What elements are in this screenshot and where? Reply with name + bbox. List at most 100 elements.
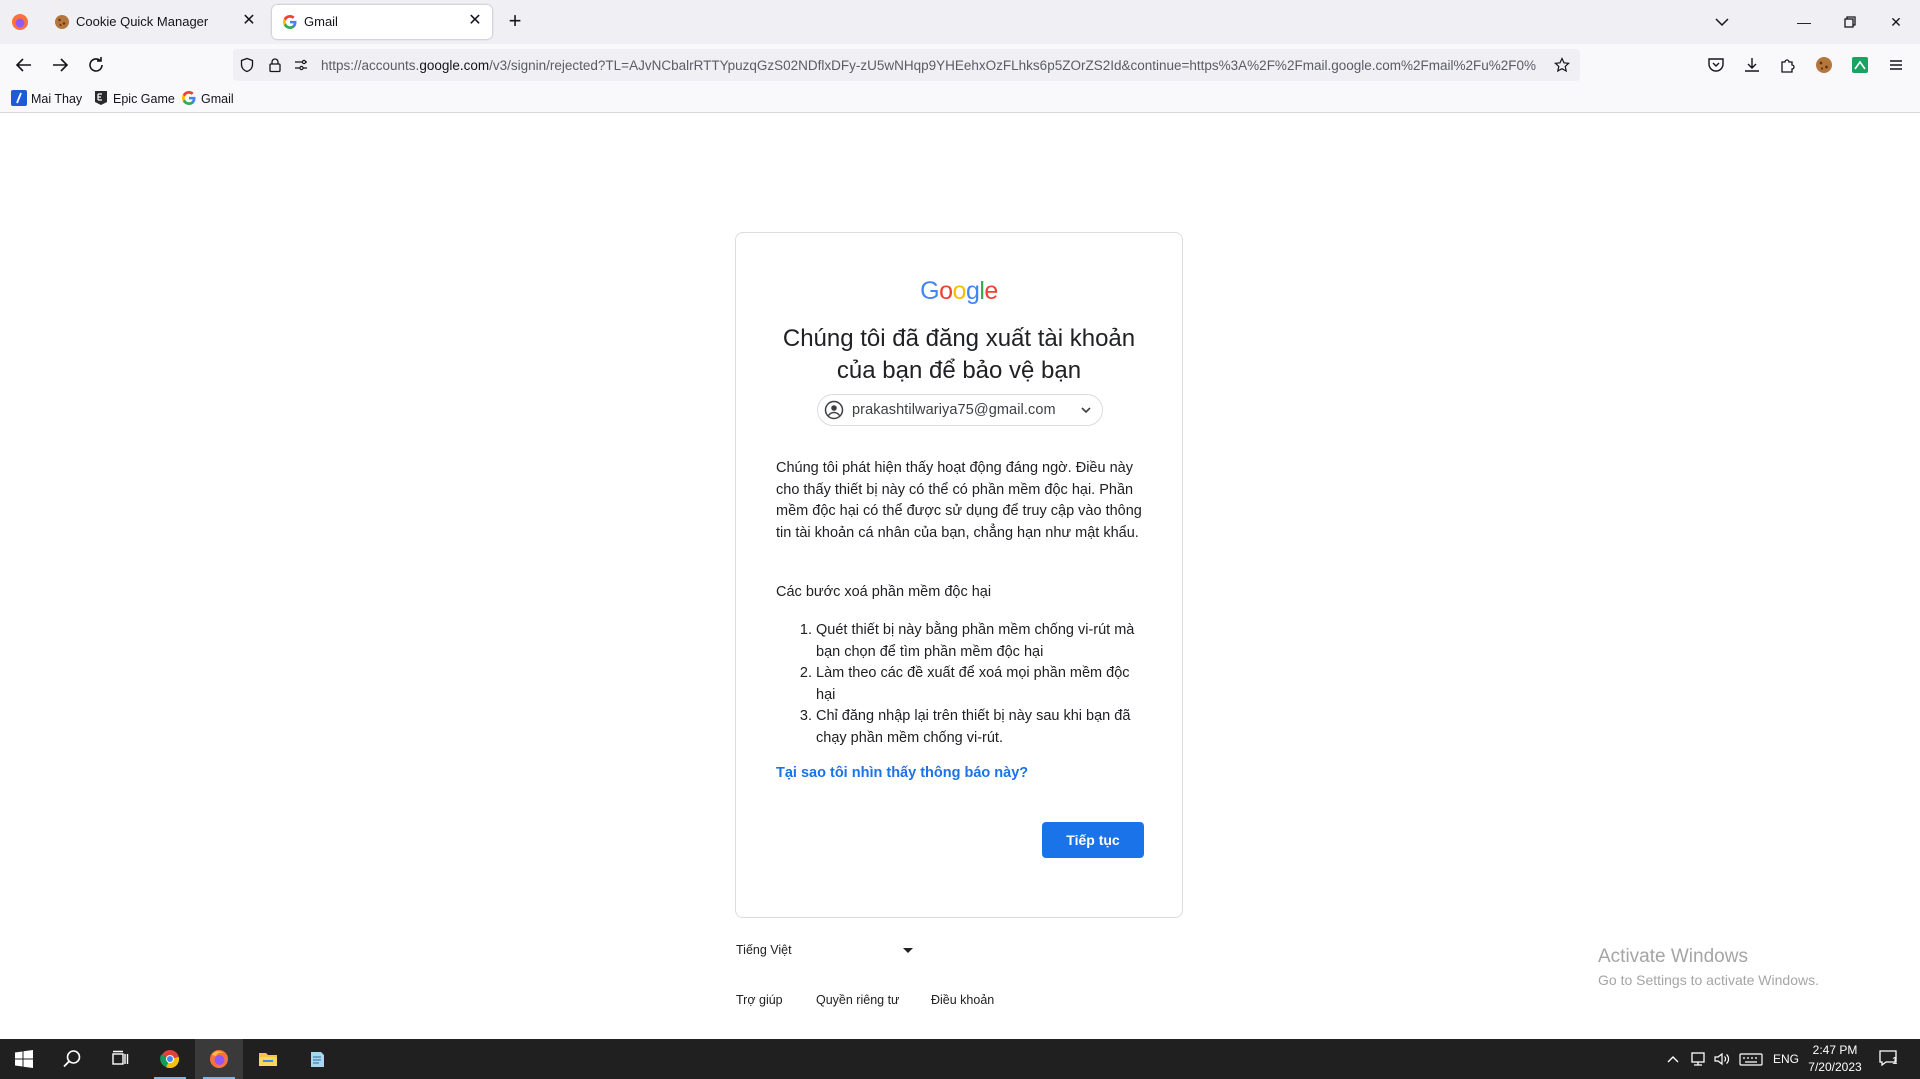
- notepad-icon: [311, 1052, 324, 1067]
- bookmarks-toolbar: Mai Thay Epic Game Gmail: [0, 86, 1920, 113]
- clock-time: 2:47 PM: [1812, 1043, 1858, 1057]
- list-item: Quét thiết bị này bằng phần mềm chống vi…: [816, 620, 1144, 663]
- account-chooser-chip[interactable]: prakashtilwariya75@gmail.com: [817, 394, 1103, 426]
- url-text[interactable]: https://accounts.google.com/v3/signin/re…: [321, 58, 1536, 74]
- extensions-puzzle-icon[interactable]: [1778, 55, 1798, 75]
- bookmark-mai-thay[interactable]: Mai Thay: [11, 90, 82, 108]
- bookmark-blue-icon: [11, 90, 27, 106]
- list-all-tabs-icon[interactable]: [1710, 10, 1734, 34]
- continue-button[interactable]: Tiếp tục: [1042, 822, 1144, 858]
- network-icon[interactable]: [1689, 1050, 1707, 1068]
- tab-cookie-quick-manager[interactable]: Cookie Quick Manager ✕: [44, 5, 266, 39]
- close-tab-icon[interactable]: ✕: [240, 12, 258, 30]
- bookmark-label: Gmail: [201, 92, 234, 106]
- start-button[interactable]: [0, 1039, 48, 1079]
- account-circle-icon: [824, 400, 844, 420]
- activate-windows-watermark: Activate Windows Go to Settings to activ…: [1598, 946, 1819, 988]
- close-tab-icon[interactable]: ✕: [466, 12, 484, 30]
- taskbar-chrome[interactable]: [146, 1039, 194, 1079]
- hamburger-menu-icon[interactable]: [1886, 55, 1906, 75]
- google-logo: Google: [736, 277, 1182, 306]
- logo-letter: o: [952, 277, 967, 305]
- logo-letter: G: [920, 277, 940, 305]
- system-clock[interactable]: 2:47 PM 7/20/2023: [1800, 1042, 1870, 1076]
- list-item: Làm theo các đề xuất để xoá mọi phần mềm…: [816, 663, 1144, 706]
- restore-window-button[interactable]: [1838, 10, 1862, 34]
- chrome-icon: [160, 1050, 180, 1069]
- account-email: prakashtilwariya75@gmail.com: [852, 402, 1056, 418]
- windows-logo-icon: [15, 1050, 33, 1068]
- language-value: Tiếng Việt: [736, 943, 792, 957]
- taskbar-file-explorer[interactable]: [244, 1039, 292, 1079]
- epic-games-icon: [95, 91, 107, 105]
- folder-icon: [259, 1053, 277, 1066]
- taskbar-notepad[interactable]: [293, 1039, 341, 1079]
- privacy-link[interactable]: Quyền riêng tư: [816, 993, 899, 1007]
- volume-icon[interactable]: [1713, 1050, 1731, 1068]
- google-g-icon: [182, 91, 196, 105]
- firefox-icon: [210, 1050, 228, 1068]
- steps-heading: Các bước xoá phần mềm độc hại: [776, 584, 992, 600]
- permissions-icon[interactable]: [293, 57, 309, 73]
- dropdown-caret-icon: [903, 948, 913, 953]
- google-g-icon: [283, 15, 297, 29]
- logo-letter: o: [939, 277, 953, 305]
- tab-bar: Cookie Quick Manager ✕ Gmail ✕ + — ✕: [0, 0, 1920, 44]
- notification-count: 1: [1892, 1056, 1898, 1067]
- address-bar[interactable]: https://accounts.google.com/v3/signin/re…: [233, 49, 1580, 81]
- tracking-protection-shield-icon[interactable]: [239, 57, 255, 73]
- cookie-icon: [55, 15, 69, 29]
- signin-card: Google Chúng tôi đã đăng xuất tài khoản …: [735, 232, 1183, 918]
- notification-center-button[interactable]: 1: [1878, 1048, 1902, 1070]
- bookmark-epic-game[interactable]: Epic Game: [93, 90, 175, 108]
- lock-icon[interactable]: [267, 57, 283, 73]
- url-path: /v3/signin/rejected?TL=AJvNCbalrRTTYpuzq…: [489, 58, 1536, 73]
- page-title: Chúng tôi đã đăng xuất tài khoản của bạn…: [766, 323, 1152, 387]
- list-item: Chỉ đăng nhập lại trên thiết bị này sau …: [816, 706, 1144, 749]
- chevron-down-icon: [1081, 407, 1091, 414]
- bookmark-star-icon[interactable]: [1554, 57, 1570, 73]
- taskbar-firefox[interactable]: [195, 1039, 243, 1079]
- help-link[interactable]: Trợ giúp: [736, 993, 783, 1007]
- downloads-icon[interactable]: [1742, 55, 1762, 75]
- watermark-title: Activate Windows: [1598, 946, 1748, 967]
- logo-letter: e: [984, 277, 998, 305]
- forward-arrow-icon[interactable]: [48, 53, 72, 77]
- tab-label: Gmail: [304, 14, 338, 29]
- back-arrow-icon[interactable]: [12, 53, 36, 77]
- terms-link[interactable]: Điều khoản: [931, 993, 994, 1007]
- headline-line-2: của bạn để bảo vệ bạn: [836, 357, 1082, 384]
- url-host: google.com: [419, 58, 490, 73]
- translate-extension-icon[interactable]: [1850, 55, 1870, 75]
- clock-date: 7/20/2023: [1808, 1060, 1862, 1074]
- bookmark-label: Mai Thay: [31, 92, 83, 106]
- close-window-button[interactable]: ✕: [1884, 10, 1908, 34]
- headline-line-1: Chúng tôi đã đăng xuất tài khoản: [782, 325, 1136, 352]
- url-prefix: https://accounts.: [321, 58, 420, 73]
- navigation-toolbar: https://accounts.google.com/v3/signin/re…: [0, 44, 1920, 86]
- logo-letter: g: [965, 277, 980, 305]
- task-view-icon: [112, 1050, 129, 1065]
- reload-icon[interactable]: [84, 53, 108, 77]
- task-view-button[interactable]: [96, 1039, 144, 1079]
- bookmark-label: Epic Game: [113, 92, 175, 106]
- firefox-view-icon[interactable]: [10, 12, 30, 32]
- pocket-icon[interactable]: [1706, 55, 1726, 75]
- windows-taskbar: ENG 2:47 PM 7/20/2023 1: [0, 1039, 1920, 1079]
- tab-gmail[interactable]: Gmail ✕: [272, 5, 492, 39]
- watermark-subtitle: Go to Settings to activate Windows.: [1598, 972, 1819, 988]
- input-language[interactable]: ENG: [1773, 1052, 1799, 1070]
- warning-message: Chúng tôi phát hiện thấy hoạt động đáng …: [776, 460, 1142, 541]
- bookmark-gmail[interactable]: Gmail: [181, 90, 234, 108]
- tab-label: Cookie Quick Manager: [76, 14, 209, 29]
- search-icon: [63, 1050, 81, 1068]
- search-button[interactable]: [48, 1039, 96, 1079]
- minimize-window-button[interactable]: —: [1792, 10, 1816, 34]
- why-am-i-seeing-this-link[interactable]: Tại sao tôi nhìn thấy thông báo này?: [776, 765, 1028, 781]
- malware-removal-steps: Quét thiết bị này bằng phần mềm chống vi…: [776, 620, 1144, 749]
- keyboard-icon[interactable]: [1739, 1050, 1763, 1068]
- new-tab-button[interactable]: +: [503, 10, 527, 34]
- language-select[interactable]: Tiếng Việt: [736, 943, 916, 963]
- show-hidden-icons-chevron-up-icon[interactable]: [1665, 1050, 1681, 1068]
- cookie-extension-icon[interactable]: [1814, 55, 1834, 75]
